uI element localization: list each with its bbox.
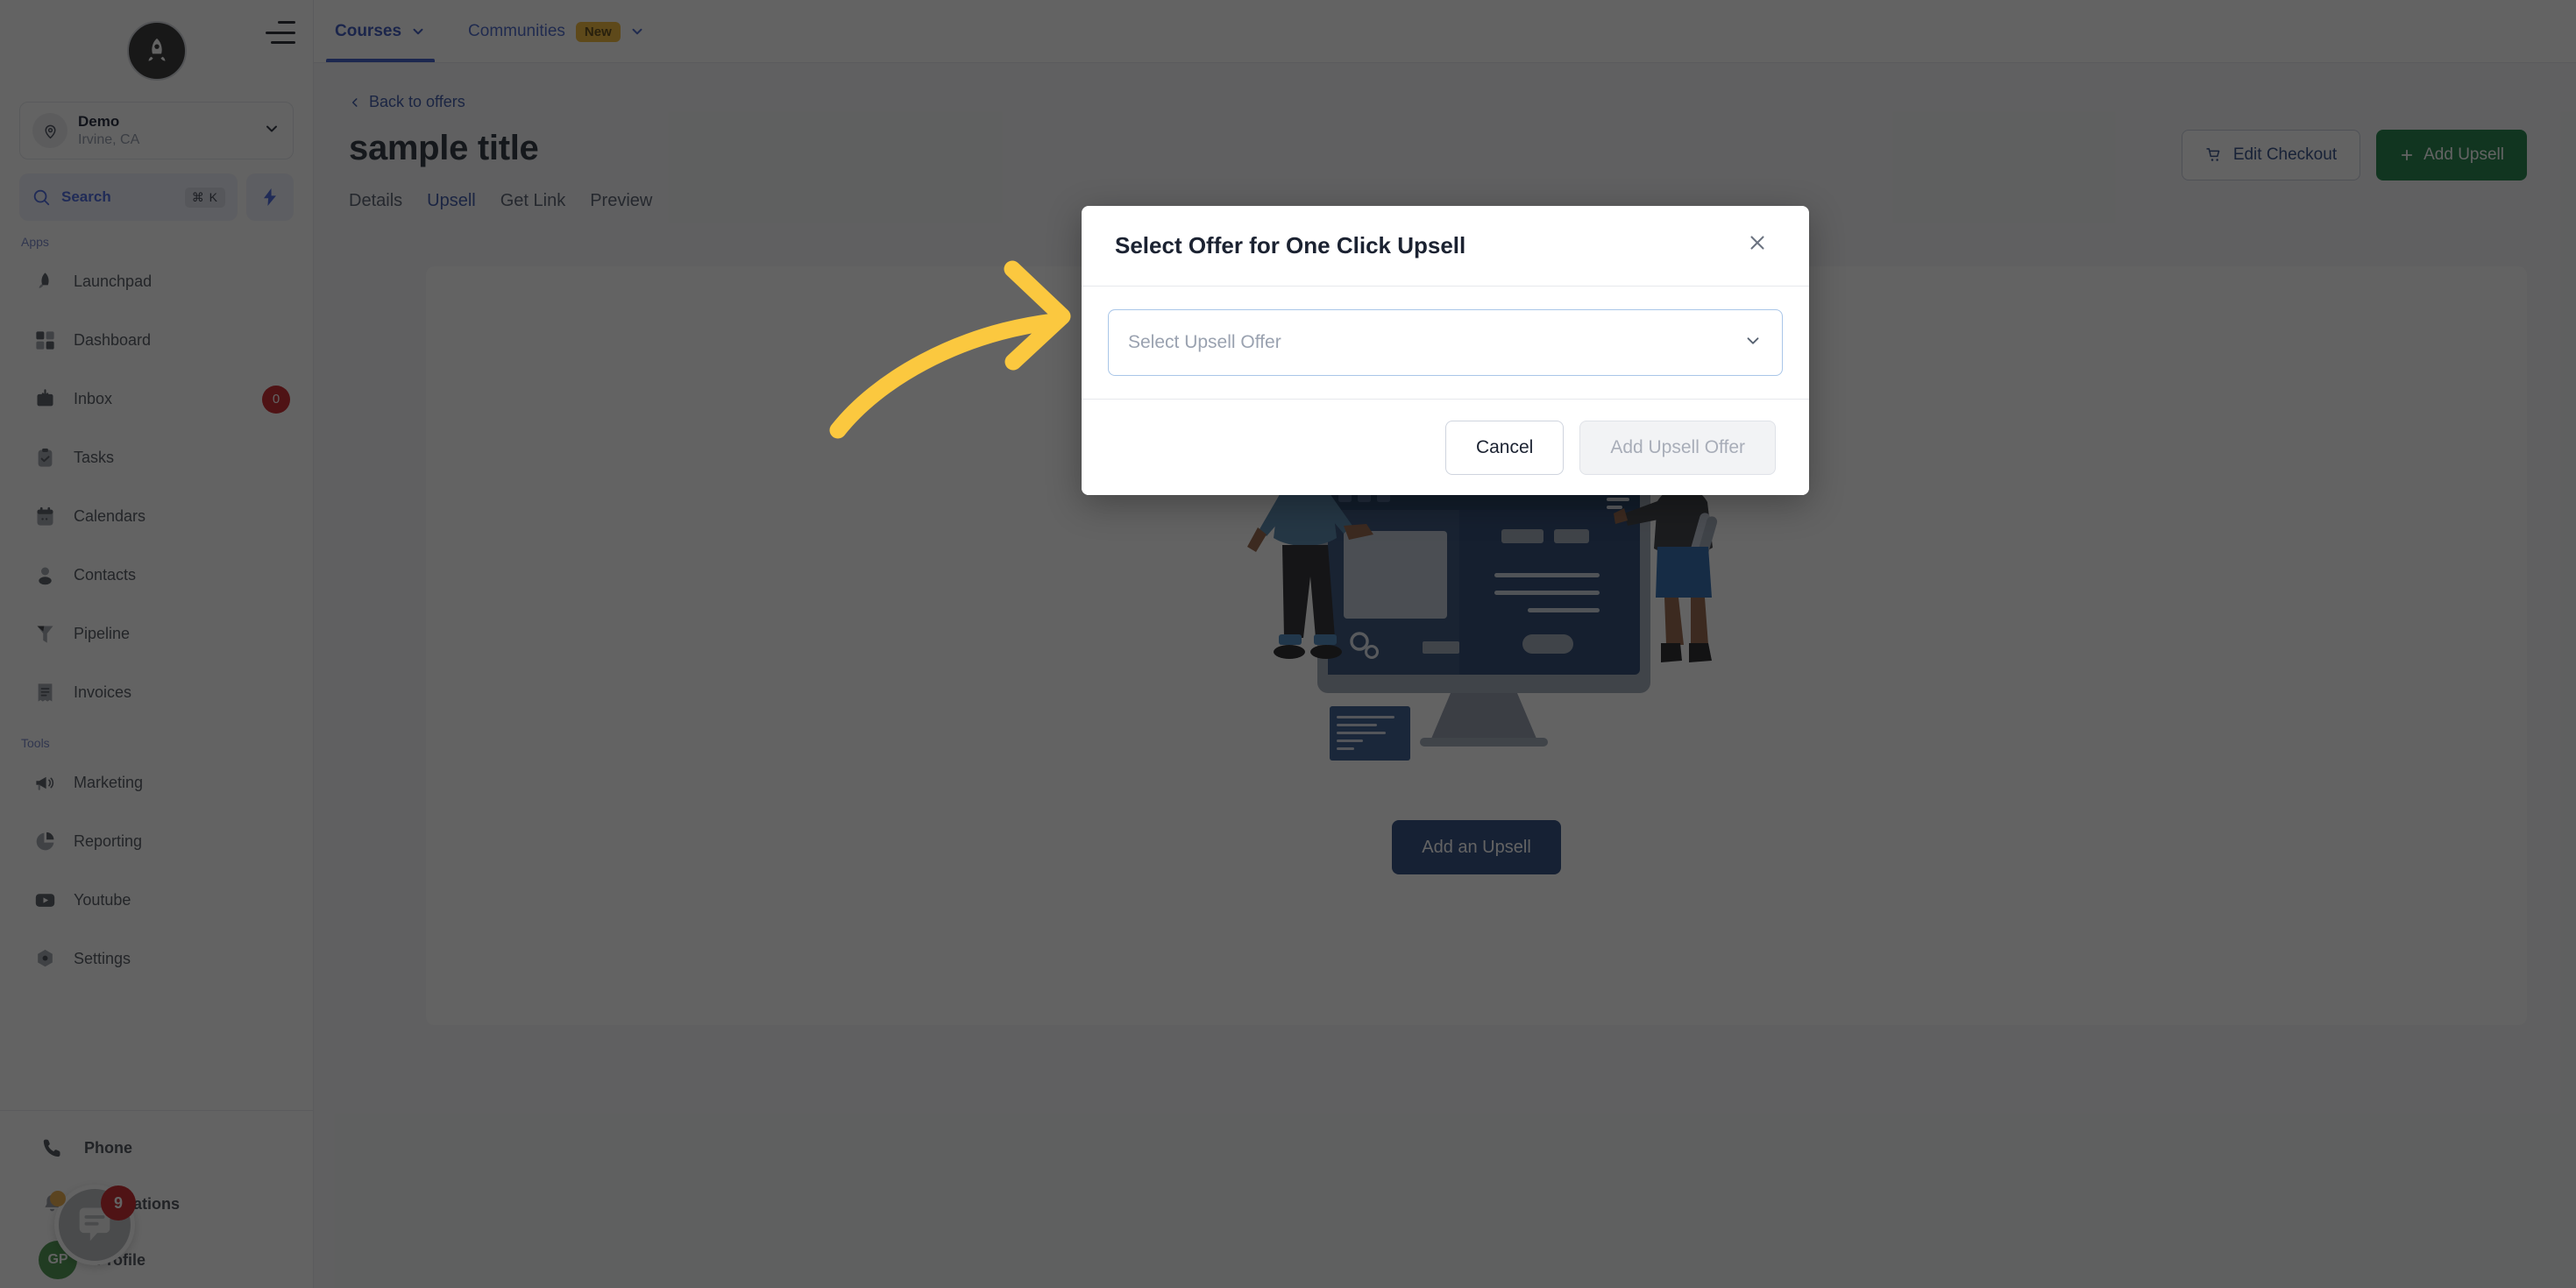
app-root: Demo Irvine, CA Search ⌘ K Apps xyxy=(0,0,2576,1288)
modal-overlay[interactable] xyxy=(0,0,2576,1288)
select-placeholder: Select Upsell Offer xyxy=(1128,332,1281,352)
modal-footer: Cancel Add Upsell Offer xyxy=(1082,399,1809,495)
cancel-button[interactable]: Cancel xyxy=(1444,420,1565,475)
upsell-offer-select[interactable]: Select Upsell Offer xyxy=(1108,309,1783,376)
add-upsell-offer-button[interactable]: Add Upsell Offer xyxy=(1579,420,1776,475)
modal-title: Select Offer for One Click Upsell xyxy=(1115,232,1466,258)
close-icon[interactable] xyxy=(1746,231,1776,261)
select-upsell-offer-modal: Select Offer for One Click Upsell Select… xyxy=(1082,206,1809,495)
modal-body: Select Upsell Offer xyxy=(1082,287,1809,399)
chevron-down-icon[interactable] xyxy=(1743,331,1763,355)
curved-arrow-right-icon xyxy=(829,260,1071,439)
modal-header: Select Offer for One Click Upsell xyxy=(1082,206,1809,287)
